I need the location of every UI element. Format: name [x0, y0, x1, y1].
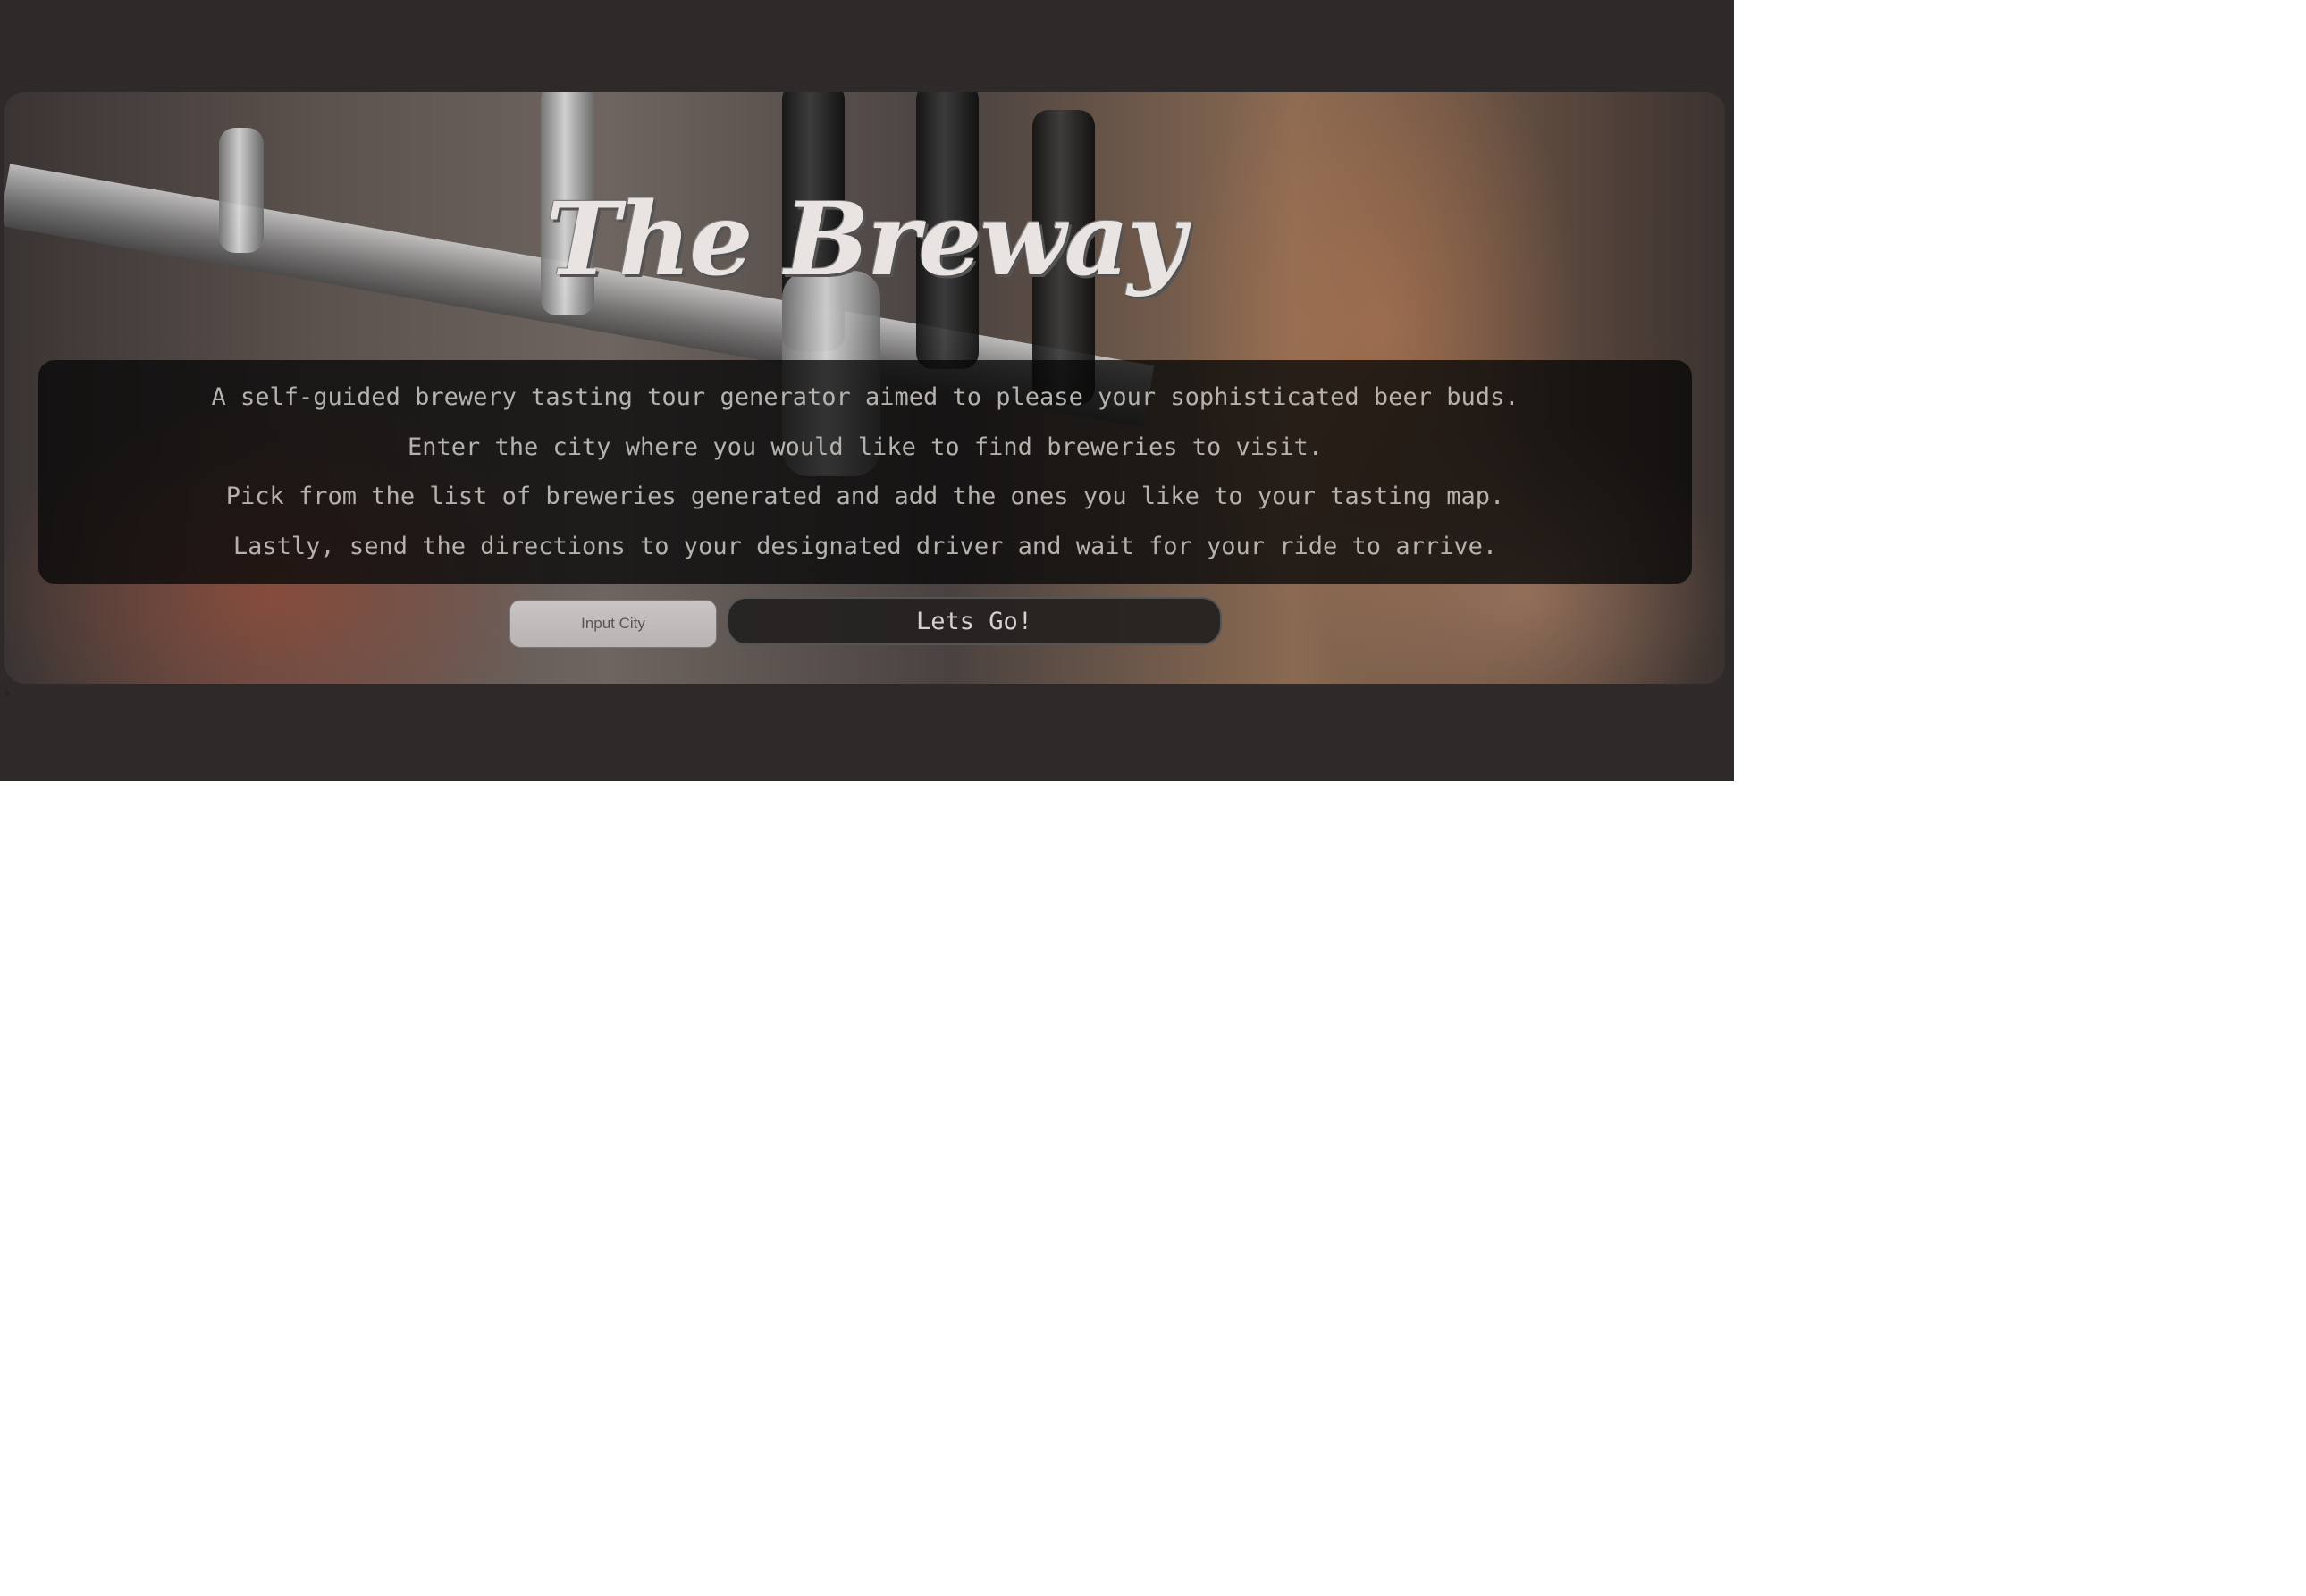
instructions-panel: A self-guided brewery tasting tour gener… — [38, 360, 1692, 584]
instruction-line: Pick from the list of breweries generate… — [225, 483, 1505, 510]
page-background: The Breway A self-guided brewery tasting… — [0, 0, 1734, 781]
page-title: The Breway — [545, 181, 1185, 298]
instruction-line: Lastly, send the directions to your desi… — [232, 533, 1498, 560]
instruction-line: Enter the city where you would like to f… — [407, 433, 1324, 461]
instruction-line: A self-guided brewery tasting tour gener… — [211, 383, 1519, 411]
hero-banner: The Breway A self-guided brewery tasting… — [4, 92, 1725, 684]
city-input[interactable] — [509, 600, 717, 648]
lets-go-button[interactable]: Lets Go! — [727, 597, 1222, 645]
stray-mark: › — [5, 686, 9, 699]
